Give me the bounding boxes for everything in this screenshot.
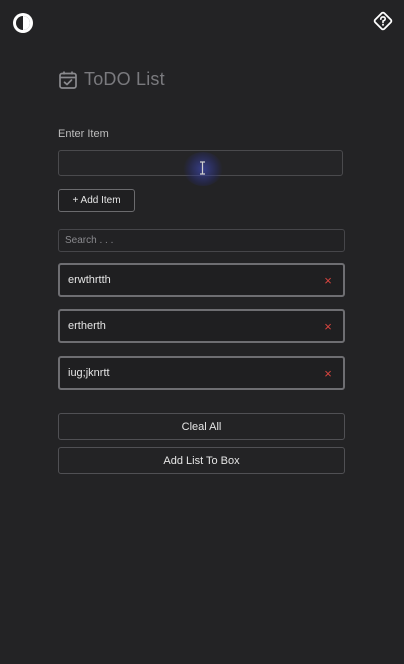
clear-all-button[interactable]: Cleal All: [58, 413, 345, 440]
question-icon: [373, 11, 393, 31]
search-input[interactable]: [58, 229, 345, 252]
delete-icon[interactable]: ×: [321, 366, 335, 381]
todo-item[interactable]: iug;jknrtt ×: [58, 356, 345, 390]
todo-item-text: iug;jknrtt: [68, 367, 110, 379]
app-header: ToDO List: [58, 69, 165, 90]
add-item-button[interactable]: + Add Item: [58, 189, 135, 212]
todo-item-text: erwthrtth: [68, 274, 111, 286]
add-list-to-box-button[interactable]: Add List To Box: [58, 447, 345, 474]
todo-item[interactable]: ertherth ×: [58, 309, 345, 343]
input-label: Enter Item: [58, 128, 109, 140]
todo-item[interactable]: erwthrtth ×: [58, 263, 345, 297]
clear-all-label: Cleal All: [181, 420, 222, 433]
contrast-icon: [13, 13, 33, 33]
calendar-check-icon: [59, 71, 77, 89]
add-list-to-box-label: Add List To Box: [163, 454, 240, 467]
page-title: ToDO List: [84, 69, 165, 89]
delete-icon[interactable]: ×: [321, 319, 335, 334]
add-item-label: + Add Item: [72, 195, 121, 206]
delete-icon[interactable]: ×: [321, 273, 335, 288]
todo-item-text: ertherth: [68, 320, 106, 332]
help-button[interactable]: [372, 10, 394, 32]
item-input[interactable]: [58, 150, 343, 176]
theme-toggle-button[interactable]: [12, 12, 34, 34]
